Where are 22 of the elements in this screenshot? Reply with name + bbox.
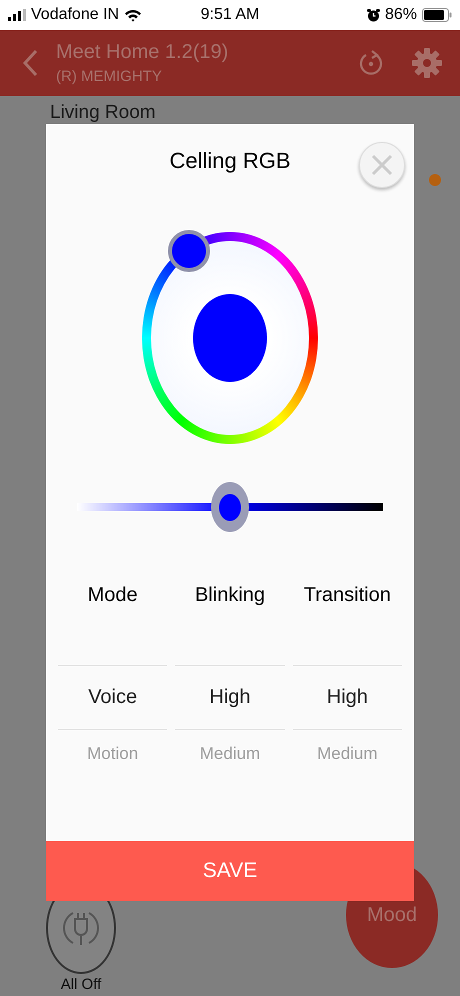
picker-label: Transition bbox=[302, 584, 392, 608]
battery-percent: 86% bbox=[384, 6, 417, 24]
wheel-handle[interactable] bbox=[168, 230, 210, 272]
option-picker[interactable]: High Medium bbox=[292, 665, 402, 776]
app-subtitle: (R) MEMIGHTY bbox=[56, 68, 163, 85]
carrier-name: Vodafone IN bbox=[31, 6, 120, 24]
alarm-icon bbox=[366, 8, 380, 22]
slider-thumb[interactable] bbox=[211, 482, 249, 532]
button-label: All Off bbox=[60, 976, 102, 993]
status-dot bbox=[429, 174, 441, 186]
picker-label: Mode bbox=[86, 584, 139, 608]
picker-label: Blinking bbox=[194, 584, 266, 608]
app-title: Meet Home 1.2(19) bbox=[56, 41, 230, 64]
status-time: 9:51 AM bbox=[200, 6, 260, 24]
option-picker[interactable]: Voice Motion bbox=[58, 665, 168, 776]
dialog-title: Celling RGB bbox=[169, 148, 291, 175]
option-picker[interactable]: High Medium bbox=[175, 665, 285, 776]
wifi-icon bbox=[124, 8, 142, 22]
room-title: Living Room bbox=[49, 101, 157, 125]
close-icon bbox=[370, 153, 394, 177]
signal-icon bbox=[8, 9, 26, 21]
battery-icon bbox=[422, 8, 452, 22]
